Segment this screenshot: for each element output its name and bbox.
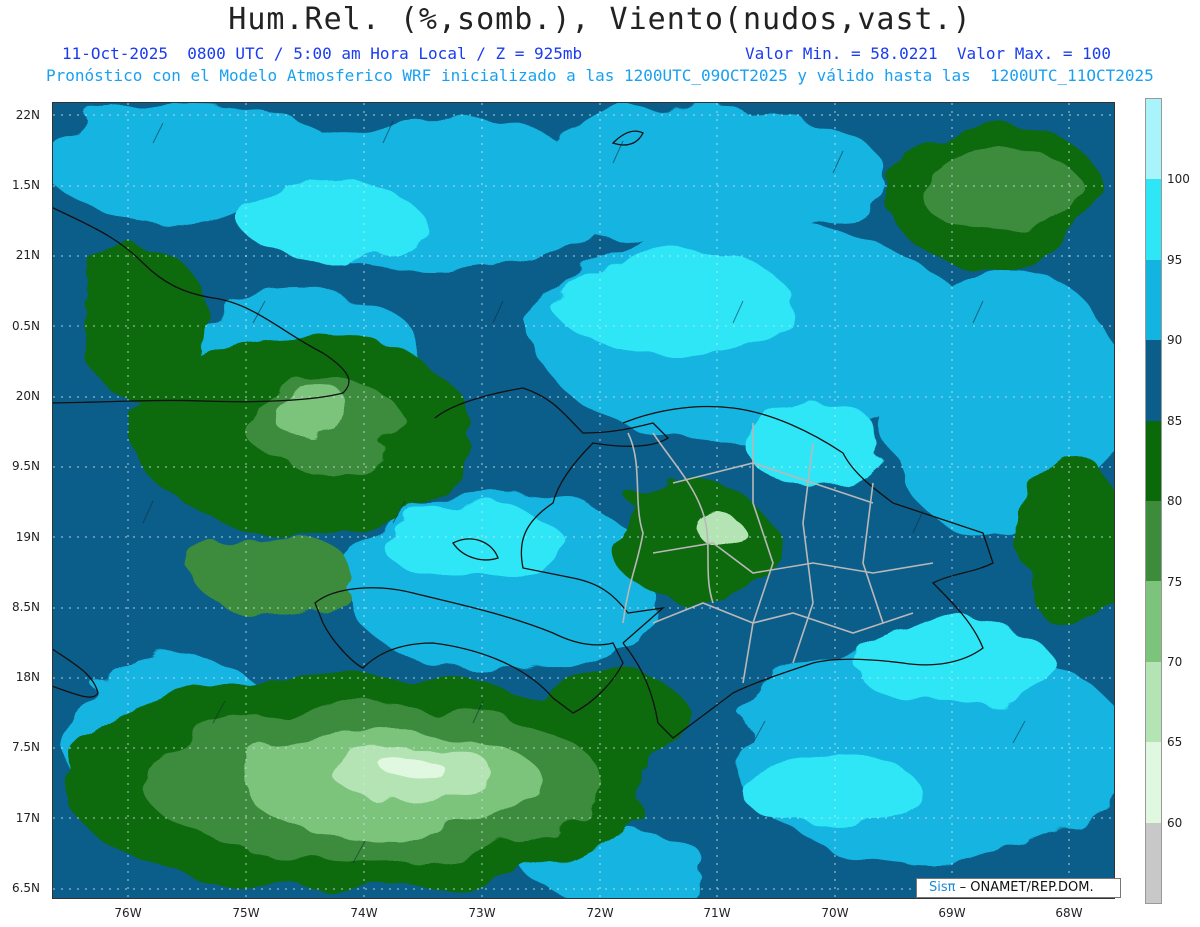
lat-label: 9.5N	[11, 459, 40, 473]
colorbar-label: 95	[1167, 253, 1183, 267]
lon-label: 75W	[232, 906, 260, 920]
sispi-logo-prefix: Sis	[929, 880, 948, 895]
colorbar-label: 60	[1167, 816, 1183, 830]
lat-label: 19N	[15, 530, 40, 544]
lat-label: 8.5N	[11, 600, 40, 614]
credit-box: Sisπ – ONAMET/REP.DOM.	[916, 878, 1121, 898]
colorbar	[1145, 98, 1162, 904]
lon-label: 76W	[114, 906, 142, 920]
colorbar-segment	[1146, 259, 1161, 341]
colorbar-label: 90	[1167, 333, 1183, 347]
colorbar-segment	[1146, 420, 1161, 501]
lat-label: 17N	[15, 811, 40, 825]
humidity-field	[53, 103, 1115, 899]
colorbar-label: 85	[1167, 414, 1183, 428]
lat-label: 7.5N	[11, 740, 40, 754]
colorbar-label: 70	[1167, 655, 1183, 669]
lon-label: 72W	[586, 906, 614, 920]
humidity-map[interactable]	[53, 103, 1115, 899]
lon-label: 71W	[703, 906, 731, 920]
lon-label: 70W	[821, 906, 849, 920]
colorbar-label: 65	[1167, 735, 1183, 749]
map-title: Hum.Rel. (%,somb.), Viento(nudos,vast.)	[228, 2, 972, 37]
lon-label: 74W	[350, 906, 378, 920]
colorbar-segment	[1146, 340, 1161, 421]
colorbar-label: 100	[1167, 172, 1190, 186]
colorbar-segment	[1146, 179, 1161, 260]
minmax-line: Valor Min. = 58.0221 Valor Max. = 100	[745, 44, 1112, 63]
colorbar-segment	[1146, 99, 1161, 180]
lat-label: 1.5N	[11, 178, 40, 192]
model-line: Pronóstico con el Modelo Atmosferico WRF…	[46, 66, 1154, 85]
lat-label: 20N	[15, 389, 40, 403]
colorbar-segment	[1146, 742, 1161, 823]
colorbar-segment	[1146, 581, 1161, 662]
lon-label: 73W	[468, 906, 496, 920]
lat-label: 0.5N	[11, 319, 40, 333]
colorbar-segment	[1146, 501, 1161, 582]
colorbar-label: 75	[1167, 575, 1183, 589]
colorbar-segment	[1146, 661, 1161, 743]
lat-label: 22N	[15, 108, 40, 122]
lon-label: 68W	[1055, 906, 1083, 920]
lat-label: 21N	[15, 248, 40, 262]
credit-text: – ONAMET/REP.DOM.	[955, 880, 1094, 895]
colorbar-segment	[1146, 822, 1161, 903]
date-line: 11-Oct-2025 0800 UTC / 5:00 am Hora Loca…	[62, 44, 583, 63]
lon-label: 69W	[938, 906, 966, 920]
colorbar-label: 80	[1167, 494, 1183, 508]
lat-label: 18N	[15, 670, 40, 684]
lat-label: 6.5N	[11, 881, 40, 895]
